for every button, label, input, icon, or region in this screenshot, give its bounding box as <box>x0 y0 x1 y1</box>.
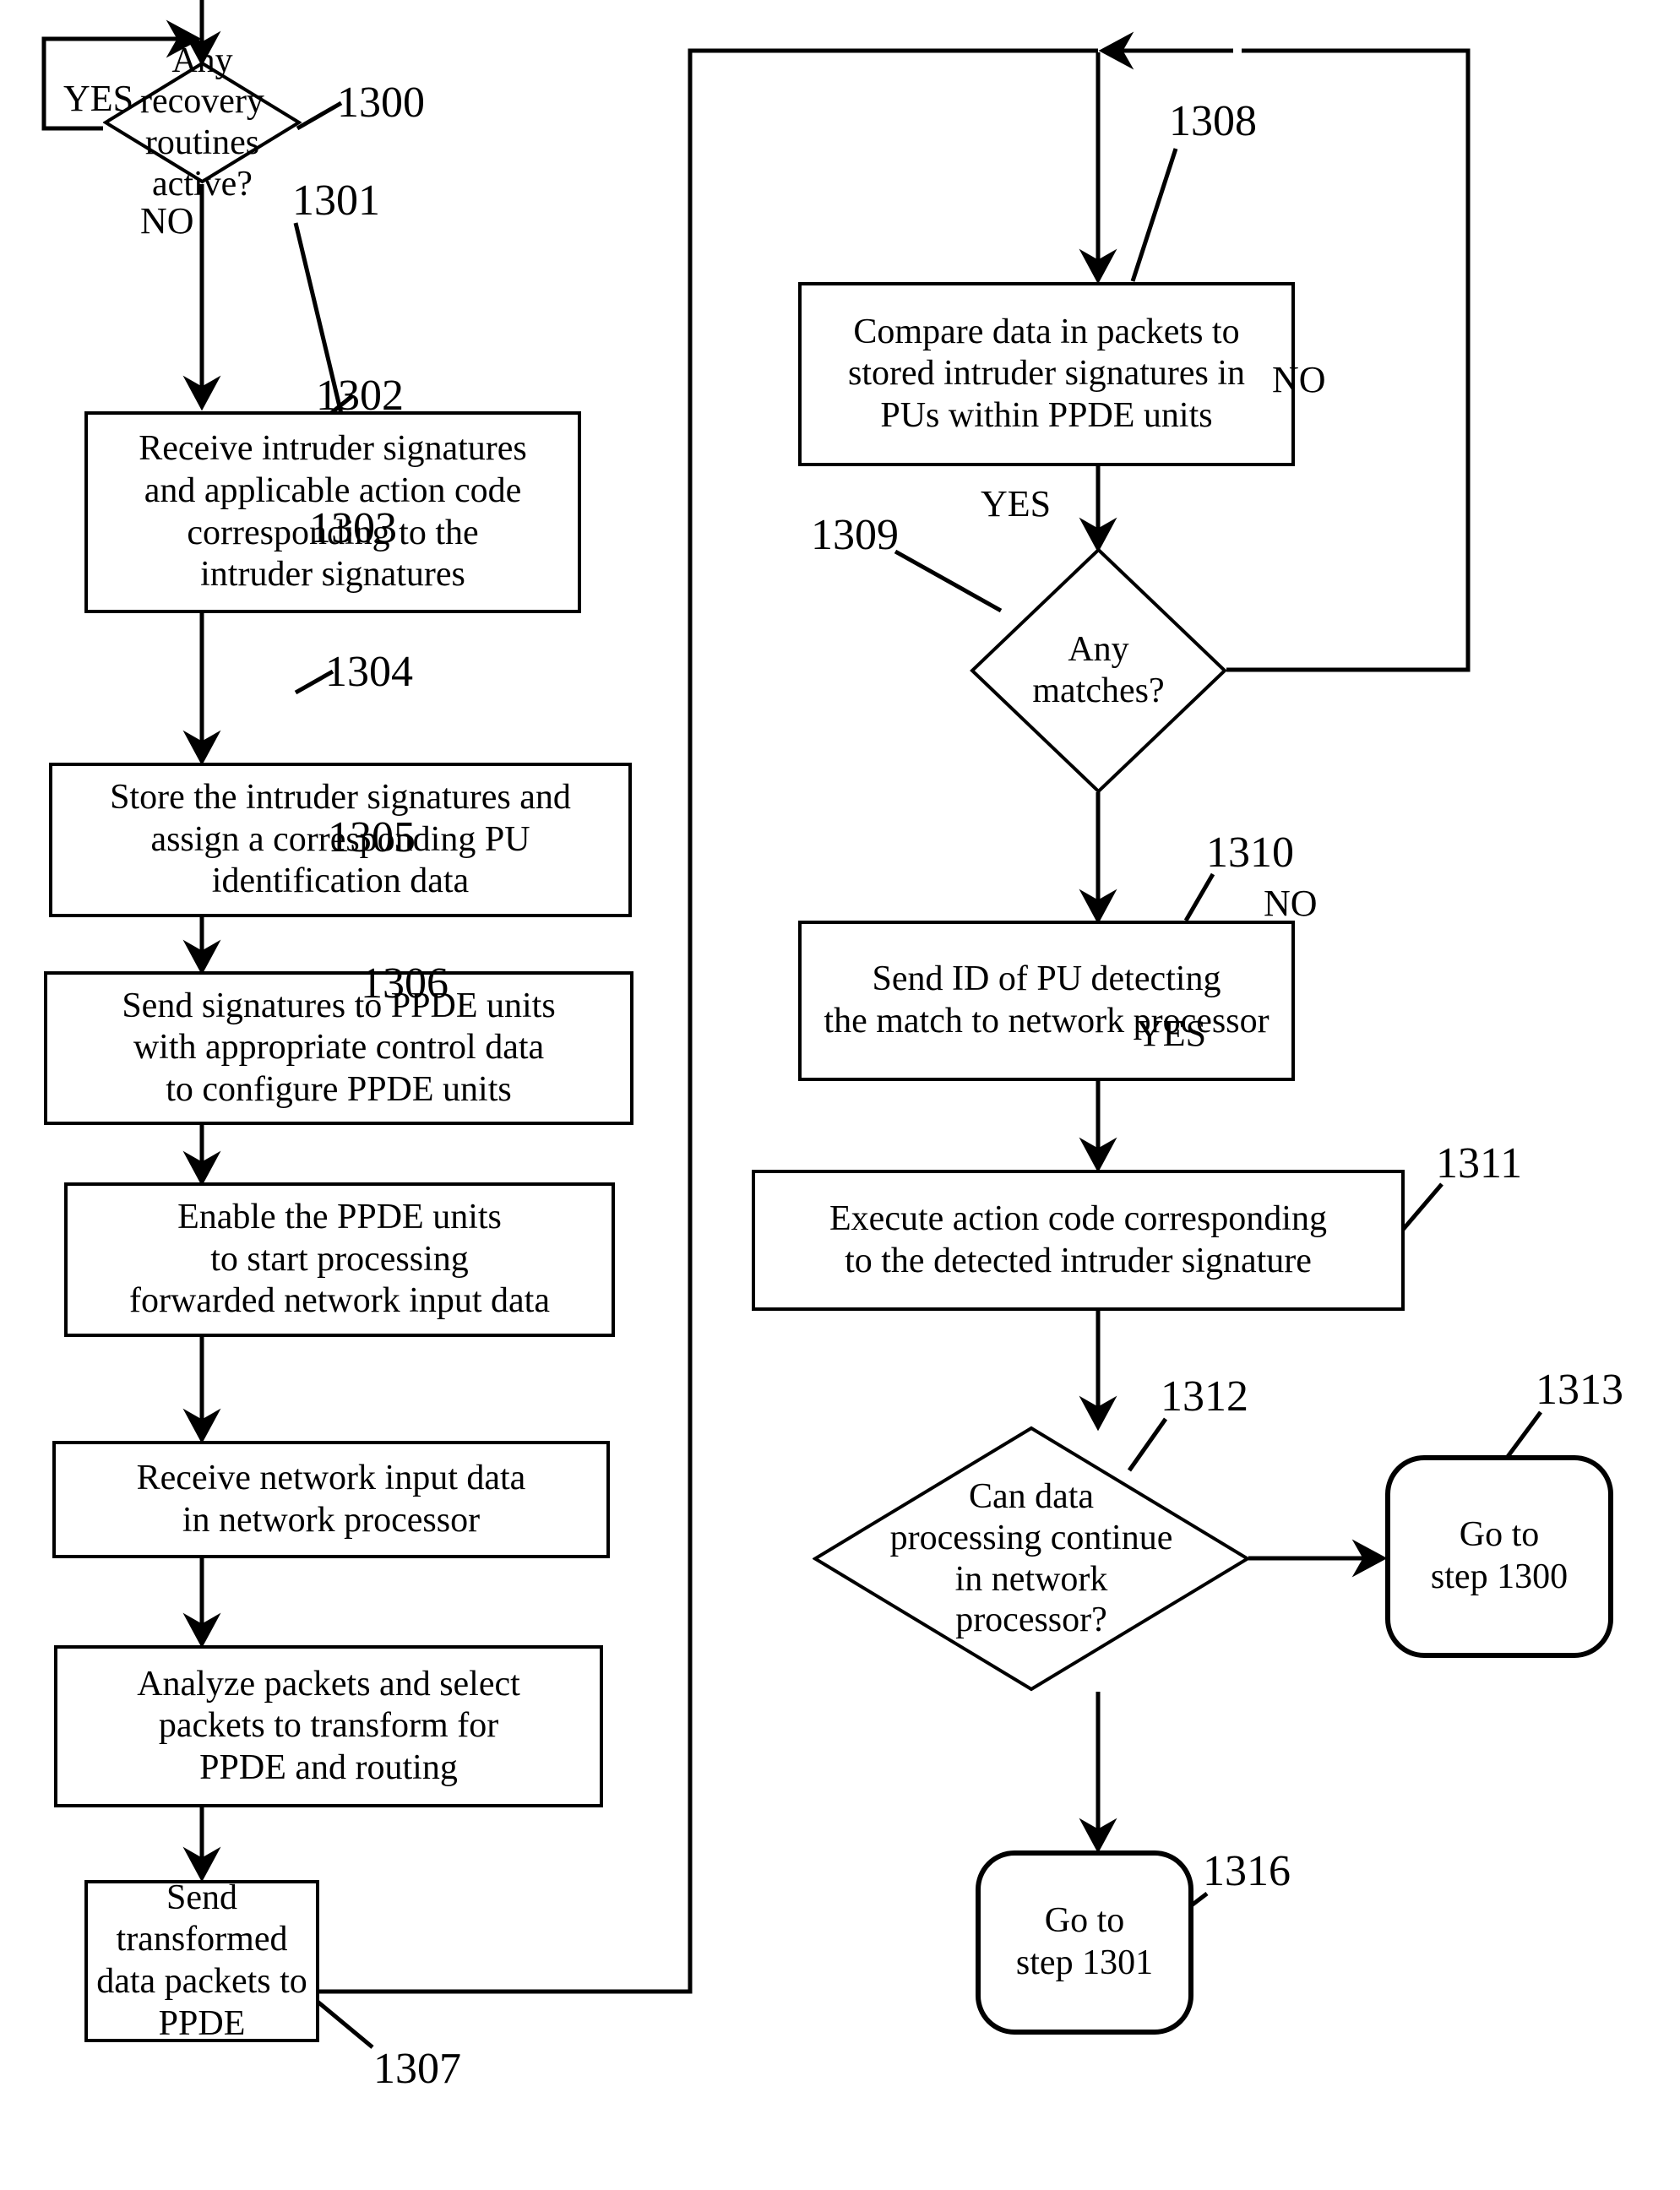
reference-numeral-1311: 1311 <box>1436 1139 1523 1187</box>
reference-numeral-1316: 1316 <box>1203 1847 1291 1895</box>
reference-numeral-1303: 1303 <box>309 504 397 552</box>
process-1304-label: Enable the PPDE units to start processing… <box>129 1198 550 1321</box>
process-1303-send-signatures-to-ppde[interactable]: Send signatures to PPDE units with approp… <box>44 971 633 1125</box>
process-1308-compare-data-in-packets[interactable]: Compare data in packets to stored intrude… <box>798 282 1295 466</box>
reference-numeral-1301: 1301 <box>292 177 380 225</box>
leader-1313 <box>1504 1410 1543 1459</box>
reference-numeral-1307: 1307 <box>373 2045 461 2093</box>
leader-1308 <box>1130 148 1178 282</box>
reference-numeral-1313: 1313 <box>1536 1366 1623 1414</box>
reference-numeral-1309: 1309 <box>811 511 899 559</box>
process-1304-enable-ppde-units[interactable]: Enable the PPDE units to start processing… <box>64 1182 615 1337</box>
reference-numeral-1304: 1304 <box>325 648 413 696</box>
reference-numeral-1306: 1306 <box>361 959 449 1008</box>
edge-label-yes-1309: YES <box>981 483 1052 524</box>
reference-numeral-1310: 1310 <box>1206 829 1294 877</box>
edge-label-yes-1312: YES <box>1136 1013 1207 1054</box>
reference-numeral-1312: 1312 <box>1161 1372 1248 1421</box>
process-1306-label: Analyze packets and select packets to tra… <box>137 1664 520 1787</box>
process-1306-analyze-packets[interactable]: Analyze packets and select packets to tra… <box>54 1645 603 1807</box>
terminator-1316-label: Go to step 1301 <box>1015 1901 1154 1982</box>
process-1303-label: Send signatures to PPDE units with approp… <box>122 986 556 1109</box>
process-1311-label: Execute action code corresponding to the … <box>829 1198 1327 1280</box>
reference-numeral-1300: 1300 <box>337 79 425 127</box>
process-1305-label: Receive network input data in network pro… <box>136 1458 526 1540</box>
leader-1310 <box>1183 872 1215 922</box>
decision-1300-label: Any recovery routines active? <box>140 41 264 204</box>
reference-numeral-1308: 1308 <box>1169 97 1257 145</box>
process-1311-execute-action-code[interactable]: Execute action code corresponding to the … <box>752 1170 1405 1311</box>
flowchart-canvas: Any recovery routines active? Receive intr… <box>0 0 1680 2190</box>
reference-numeral-1302: 1302 <box>316 372 404 420</box>
process-1307-send-transformed-packets[interactable]: Send transformed data packets to PPDE <box>84 1878 319 2043</box>
edge-label-yes-1300: YES <box>63 78 134 119</box>
decision-1309-label: Any matches? <box>1032 630 1165 710</box>
decision-1309-any-matches[interactable]: Any matches? <box>970 547 1227 794</box>
edge-label-no-1300: NO <box>140 200 194 242</box>
terminator-1313-label: Go to step 1300 <box>1430 1515 1569 1596</box>
process-1308-label: Compare data in packets to stored intrude… <box>847 312 1246 435</box>
edge-label-no-1309: NO <box>1272 359 1326 400</box>
process-1305-receive-network-input-data[interactable]: Receive network input data in network pro… <box>52 1441 610 1558</box>
process-1310-send-id-of-pu[interactable]: Send ID of PU detecting the match to netw… <box>798 921 1295 1081</box>
terminator-1316-go-to-step-1301[interactable]: Go to step 1301 <box>976 1850 1193 2035</box>
edge-label-no-1312: NO <box>1264 883 1318 924</box>
leader-1300 <box>296 101 343 131</box>
process-1307-label: Send transformed data packets to PPDE <box>96 1878 307 2043</box>
terminator-1313-go-to-step-1300[interactable]: Go to step 1300 <box>1385 1455 1613 1658</box>
reference-numeral-1305: 1305 <box>328 813 416 861</box>
decision-1312-can-data-processing-continue[interactable]: Can data processing continue in network pro… <box>813 1426 1250 1692</box>
leader-1311 <box>1400 1182 1443 1232</box>
leader-1307 <box>316 2000 374 2049</box>
decision-1312-label: Can data processing continue in network pro… <box>889 1477 1173 1640</box>
